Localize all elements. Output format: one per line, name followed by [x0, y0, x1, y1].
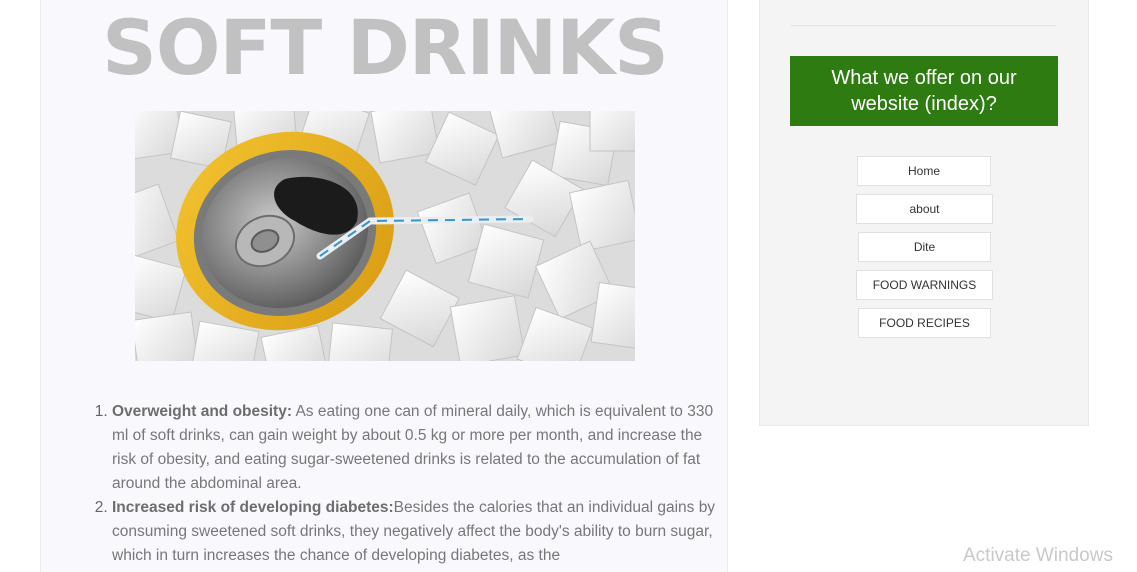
nav-button-food-recipes[interactable]: FOOD RECIPES: [858, 308, 991, 338]
list-item-heading: Overweight and obesity:: [112, 403, 293, 420]
list-item: Overweight and obesity: As eating one ca…: [112, 400, 722, 496]
nav-button-about[interactable]: about: [856, 194, 993, 224]
offer-heading: What we offer on our website (index)?: [790, 56, 1058, 126]
page-title: SOFT DRINKS: [102, 3, 669, 92]
list-item: Increased risk of developing diabetes:Be…: [112, 496, 722, 568]
list-item-heading: Increased risk of developing diabetes:: [112, 499, 394, 516]
nav-button-dite[interactable]: Dite: [858, 232, 991, 262]
nav-button-food-warnings[interactable]: FOOD WARNINGS: [856, 270, 993, 300]
hero-image: [135, 111, 635, 361]
activate-windows-watermark: Activate Windows: [963, 545, 1113, 566]
divider: [790, 25, 1056, 26]
health-risks-list: Overweight and obesity: As eating one ca…: [93, 400, 722, 568]
main-content: SOFT DRINKS 1. Overweight and obesity: A…: [40, 0, 728, 572]
sidebar: What we offer on our website (index)? Ho…: [759, 0, 1089, 426]
nav-button-home[interactable]: Home: [857, 156, 991, 186]
